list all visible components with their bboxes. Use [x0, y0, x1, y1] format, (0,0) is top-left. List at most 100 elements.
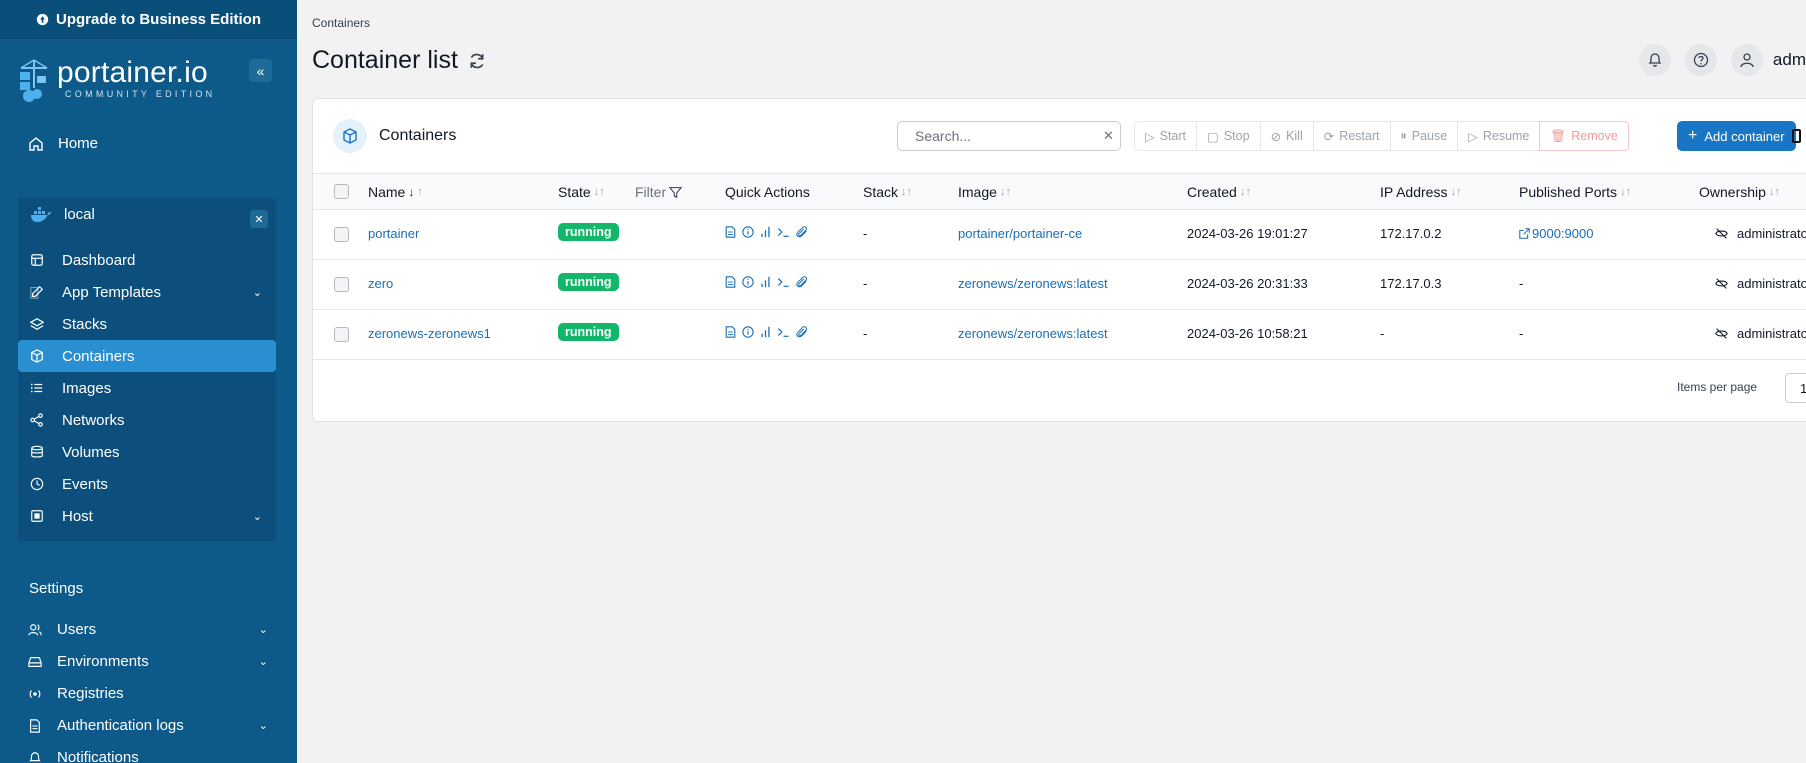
ownership-cell: administrators: [1715, 276, 1806, 291]
add-container-button[interactable]: + Add container: [1677, 121, 1796, 151]
container-name-link[interactable]: zero: [368, 276, 393, 291]
column-state[interactable]: State ↓↑: [558, 184, 605, 200]
info-icon[interactable]: [742, 326, 754, 338]
state-filter[interactable]: Filter: [635, 184, 683, 200]
column-stack[interactable]: Stack ↓↑: [863, 184, 912, 200]
sidebar-item-stacks[interactable]: Stacks: [18, 308, 276, 340]
user-menu-button[interactable]: [1730, 44, 1763, 76]
image-link[interactable]: zeronews/zeronews:latest: [958, 276, 1108, 291]
sidebar-item-environments[interactable]: Environments ⌄: [28, 653, 268, 670]
image-link[interactable]: portainer/portainer-ce: [958, 226, 1082, 241]
help-button[interactable]: [1684, 44, 1717, 76]
radio-icon: [29, 689, 41, 698]
sort-icon: ↓↑: [1620, 186, 1632, 198]
upgrade-label: Upgrade to Business Edition: [55, 10, 262, 28]
pause-button[interactable]: ⏸ Pause: [1389, 121, 1458, 151]
filter-label: Filter: [635, 184, 667, 200]
row-checkbox[interactable]: [334, 327, 349, 342]
logs-icon[interactable]: [725, 226, 736, 238]
container-name-link[interactable]: zeronews-zeronews1: [368, 326, 491, 341]
portainer-logo[interactable]: portainer.io COMMUNITY EDITION: [17, 58, 215, 104]
items-per-page-select[interactable]: 10: [1785, 373, 1806, 403]
ip-cell: -: [1380, 326, 1385, 341]
sidebar-item-registries[interactable]: Registries: [28, 685, 268, 702]
sidebar-item-images[interactable]: Images: [18, 372, 276, 404]
column-settings-icon[interactable]: [1792, 129, 1801, 143]
eye-off-icon: [1715, 228, 1728, 239]
sidebar-item-notifications[interactable]: Notifications: [28, 749, 268, 763]
published-port-link[interactable]: 9000:9000: [1519, 226, 1593, 241]
sidebar-item-app-templates[interactable]: App Templates ⌄: [18, 276, 276, 308]
upgrade-banner[interactable]: Upgrade to Business Edition: [0, 0, 297, 39]
logs-icon[interactable]: [725, 276, 736, 288]
row-checkbox[interactable]: [334, 277, 349, 292]
sidebar-item-events[interactable]: Events: [18, 468, 276, 500]
container-name-link[interactable]: portainer: [368, 226, 419, 241]
notifications-button[interactable]: [1638, 44, 1671, 76]
items-per-page-label: Items per page: [1677, 380, 1758, 394]
attach-icon[interactable]: [796, 326, 808, 338]
sidebar-item-containers[interactable]: Containers: [18, 340, 276, 372]
attach-icon[interactable]: [796, 276, 808, 288]
column-stack-label: Stack: [863, 184, 899, 200]
page-title-text: Container list: [312, 46, 458, 74]
username[interactable]: adm: [1773, 50, 1806, 70]
port-label: 9000:9000: [1532, 226, 1594, 241]
column-name[interactable]: Name ↓ ↑: [368, 184, 423, 200]
console-icon[interactable]: [777, 326, 790, 338]
console-icon[interactable]: [777, 226, 790, 238]
sidebar-item-label: Registries: [57, 685, 124, 702]
info-icon[interactable]: [742, 276, 754, 288]
column-created[interactable]: Created ↓↑: [1187, 184, 1251, 200]
play-icon: ▷: [1145, 129, 1155, 144]
breadcrumb[interactable]: Containers: [312, 16, 370, 30]
column-published-ports[interactable]: Published Ports ↓↑: [1519, 184, 1631, 200]
image-link[interactable]: zeronews/zeronews:latest: [958, 326, 1108, 341]
add-container-label: Add container: [1704, 128, 1785, 144]
sidebar-item-volumes[interactable]: Volumes: [18, 436, 276, 468]
sidebar-item-label: Events: [62, 475, 108, 493]
docker-icon: [31, 206, 51, 222]
kill-button[interactable]: ⊘ Kill: [1259, 121, 1313, 151]
stats-icon[interactable]: [760, 226, 771, 238]
sidebar-item-dashboard[interactable]: Dashboard: [18, 244, 276, 276]
table-header: Name ↓ ↑ State ↓↑ Filter Quick Actions Stac…: [313, 173, 1806, 210]
logs-icon[interactable]: [725, 326, 736, 338]
header-toolbar: adm: [1638, 44, 1806, 76]
column-image[interactable]: Image ↓↑: [958, 184, 1011, 200]
column-ip-address[interactable]: IP Address ↓↑: [1380, 184, 1461, 200]
column-state-label: State: [558, 184, 591, 200]
ownership-cell: administrators: [1715, 226, 1806, 241]
search-box[interactable]: ✕: [897, 121, 1121, 151]
sidebar-item-networks[interactable]: Networks: [18, 404, 276, 436]
row-checkbox[interactable]: [334, 227, 349, 242]
column-quick-actions-label: Quick Actions: [725, 184, 810, 200]
column-ownership[interactable]: Ownership ↓↑: [1699, 184, 1780, 200]
info-icon[interactable]: [742, 226, 754, 238]
collapse-sidebar-button[interactable]: «: [249, 59, 272, 82]
clock-icon: [30, 477, 44, 491]
console-icon[interactable]: [777, 276, 790, 288]
refresh-icon[interactable]: [468, 52, 486, 70]
sidebar-item-host[interactable]: Host ⌄: [18, 500, 276, 532]
clear-search-icon[interactable]: ✕: [1103, 128, 1114, 144]
ban-icon: ⊘: [1270, 129, 1282, 144]
attach-icon[interactable]: [796, 226, 808, 238]
restart-button[interactable]: ⟳ Restart: [1312, 121, 1390, 151]
sidebar-item-users[interactable]: Users ⌄: [28, 621, 268, 638]
sidebar-item-home[interactable]: Home: [28, 135, 98, 152]
search-input[interactable]: [915, 128, 1096, 144]
column-image-label: Image: [958, 184, 997, 200]
sidebar-item-authentication-logs[interactable]: Authentication logs ⌄: [28, 717, 268, 734]
stats-icon[interactable]: [760, 326, 771, 338]
stats-icon[interactable]: [760, 276, 771, 288]
sidebar-item-label: Environments: [57, 653, 149, 670]
remove-button[interactable]: 🗑 Remove: [1539, 121, 1629, 151]
stop-button[interactable]: ▢ Stop: [1196, 121, 1260, 151]
start-button[interactable]: ▷ Start: [1134, 121, 1197, 151]
panel-title: Containers: [379, 127, 457, 144]
close-environment-button[interactable]: ✕: [250, 210, 268, 228]
table-row: portainer running - portainer/portainer-…: [313, 210, 1806, 260]
select-all-checkbox[interactable]: [334, 184, 349, 199]
resume-button[interactable]: ▷ Resume: [1457, 121, 1540, 151]
